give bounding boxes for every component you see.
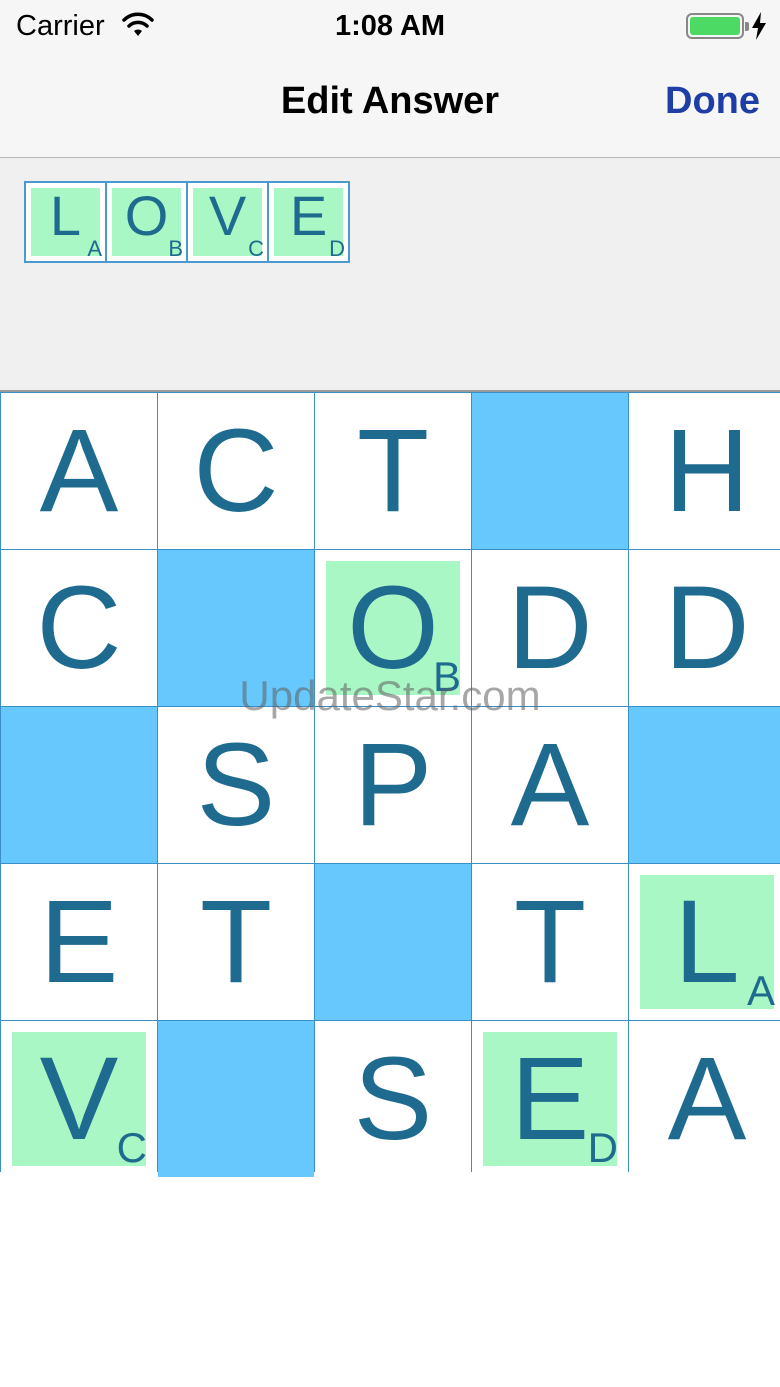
grid-cell-letter: H [664,405,750,537]
grid-cell[interactable]: A [472,707,628,863]
done-button[interactable]: Done [665,80,760,123]
grid-cell-letter: E [39,876,119,1008]
status-time: 1:08 AM [334,10,446,42]
grid-cell[interactable]: T [315,393,471,549]
answer-tile[interactable]: VC [187,182,268,262]
grid-cell-blank [158,1021,314,1177]
nav-bar: Edit Answer Done [0,54,780,158]
grid-cell[interactable]: H [629,393,780,549]
grid-cell-letter: D [664,562,750,694]
battery-nub [745,22,749,31]
grid-cell[interactable]: D [629,550,780,706]
grid-cell-letter: A [667,1033,747,1165]
grid-cell-letter: T [513,876,587,1008]
charging-bolt-icon [752,12,766,40]
answer-tile[interactable]: ED [268,182,349,262]
answer-tile-subscript: C [248,236,264,261]
battery-icon [686,13,749,39]
grid-cell[interactable]: OB [315,550,471,706]
answer-tile-subscript: B [168,236,183,261]
grid-cell[interactable]: T [158,864,314,1020]
grid-cell[interactable]: ED [472,1021,628,1177]
grid-cell-letter: A [510,719,590,851]
grid-cell-blank [315,864,471,1020]
answer-tiles: LAOBVCED [24,181,350,263]
grid-cell[interactable]: T [472,864,628,1020]
grid-cell-blank [629,707,780,863]
grid-cell-blank [472,393,628,549]
grid-cell[interactable]: C [1,550,157,706]
answer-tile[interactable]: LA [25,182,106,262]
grid-cell[interactable]: E [1,864,157,1020]
grid-cell[interactable]: A [1,393,157,549]
battery-fill [690,17,740,35]
answer-tile[interactable]: OB [106,182,187,262]
status-bar: Carrier 1:08 AM [0,0,780,54]
grid-cell-letter: S [353,1033,433,1165]
grid-cell-subscript: A [746,967,775,1014]
grid-cell-blank [1,707,157,863]
grid-cell[interactable]: D [472,550,628,706]
grid-cell[interactable]: S [315,1021,471,1177]
grid-cell-letter: P [353,719,433,851]
grid-cell-letter: C [36,562,122,694]
answer-area: LAOBVCED [0,158,780,392]
grid-cell-subscript: B [432,653,461,700]
grid-cell-letter: S [196,719,276,851]
page-title: Edit Answer [280,80,500,122]
grid-cell-letter: C [193,405,279,537]
grid-cell-letter: T [199,876,273,1008]
grid-cell-letter: D [507,562,593,694]
grid-cell-letter: T [356,405,430,537]
grid-cell-letter: A [39,405,119,537]
answer-tile-subscript: D [329,236,345,261]
grid-cell[interactable]: VC [1,1021,157,1177]
grid-cell[interactable]: C [158,393,314,549]
grid-cell[interactable]: LA [629,864,780,1020]
grid-cell-subscript: C [116,1124,147,1171]
grid-cell-subscript: D [587,1124,618,1171]
grid-cell-blank [158,550,314,706]
grid-cell[interactable]: P [315,707,471,863]
letter-grid: ACTHCOBDDSPAETTLAVCSEDA [0,392,780,1177]
grid-cell[interactable]: A [629,1021,780,1177]
grid-cell[interactable]: S [158,707,314,863]
answer-tile-subscript: A [87,236,102,261]
